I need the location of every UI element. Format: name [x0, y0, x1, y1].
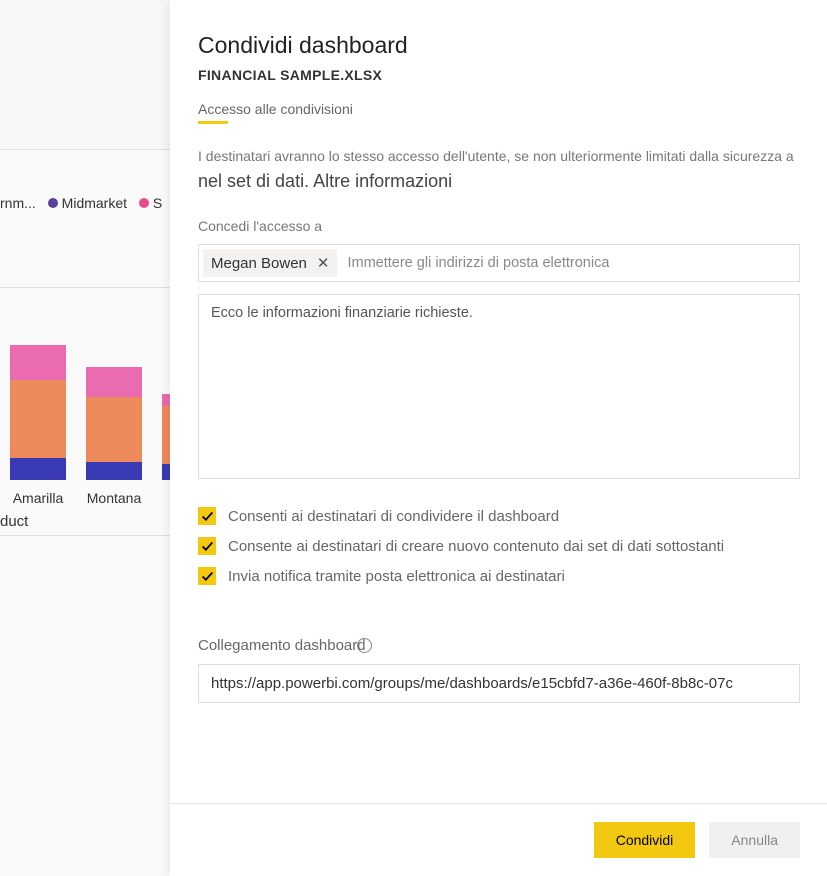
info-icon[interactable]: i: [357, 638, 372, 653]
checkbox-row[interactable]: Consenti ai destinatari di condividere i…: [198, 507, 800, 525]
remove-recipient-icon[interactable]: ✕: [317, 254, 330, 272]
panel-title: Condividi dashboard: [198, 32, 800, 59]
legend-dot-icon: [48, 198, 58, 208]
message-textarea[interactable]: [198, 294, 800, 479]
checkbox-row[interactable]: Consente ai destinatari di creare nuovo …: [198, 537, 800, 555]
checkbox-checked-icon[interactable]: [198, 567, 216, 585]
divider: [0, 535, 170, 536]
tab-underline: [198, 121, 228, 124]
checkbox-label: Consenti ai destinatari di condividere i…: [228, 508, 559, 525]
link-label-text: Collegamento dashboard: [198, 637, 366, 654]
bar: [86, 367, 142, 480]
checkbox-checked-icon[interactable]: [198, 507, 216, 525]
description-more-link[interactable]: nel set di dati. Altre informazioni: [198, 171, 800, 192]
checkbox-row[interactable]: Invia notifica tramite posta elettronica…: [198, 567, 800, 585]
cancel-button[interactable]: Annulla: [709, 822, 800, 858]
share-dashboard-panel: Condividi dashboard FINANCIAL SAMPLE.XLS…: [170, 0, 827, 876]
legend-text: rnm...: [0, 195, 36, 211]
legend-item: rnm...: [0, 195, 36, 211]
bar-segment: [86, 367, 142, 397]
bar-segment: [86, 397, 142, 462]
bar-segment: [10, 458, 66, 480]
checkbox-checked-icon[interactable]: [198, 537, 216, 555]
axis-label: duct: [0, 513, 28, 530]
description-text: I destinatari avranno lo stesso accesso …: [198, 146, 800, 167]
legend-item: S: [139, 195, 162, 211]
bar-segment: [86, 462, 142, 480]
share-button[interactable]: Condividi: [594, 822, 696, 858]
grant-access-label: Concedi l'accesso a: [198, 218, 800, 234]
recipient-chip[interactable]: Megan Bowen ✕: [203, 249, 337, 277]
panel-footer: Condividi Annulla: [170, 803, 827, 876]
checkbox-label: Invia notifica tramite posta elettronica…: [228, 568, 565, 585]
bar-segment: [10, 380, 66, 458]
dashboard-link-label: Collegamento dashboard i: [198, 637, 800, 654]
tab-access[interactable]: Accesso alle condivisioni: [198, 101, 800, 117]
recipient-input[interactable]: [337, 249, 795, 277]
legend-dot-icon: [139, 198, 149, 208]
chart-legend: rnm... Midmarket S: [0, 195, 170, 211]
legend-text: Midmarket: [62, 195, 127, 211]
checkbox-label: Consente ai destinatari di creare nuovo …: [228, 538, 724, 555]
divider: [0, 287, 170, 288]
bar-label: Amarilla: [10, 490, 66, 506]
recipients-field[interactable]: Megan Bowen ✕: [198, 244, 800, 282]
bar-segment: [10, 345, 66, 380]
legend-item: Midmarket: [48, 195, 127, 211]
recipient-name: Megan Bowen: [211, 255, 307, 272]
bar-label: Montana: [86, 490, 142, 506]
bar: [10, 345, 66, 480]
panel-subtitle: FINANCIAL SAMPLE.XLSX: [198, 67, 800, 83]
dashboard-link-input[interactable]: [198, 664, 800, 703]
legend-text: S: [153, 195, 162, 211]
